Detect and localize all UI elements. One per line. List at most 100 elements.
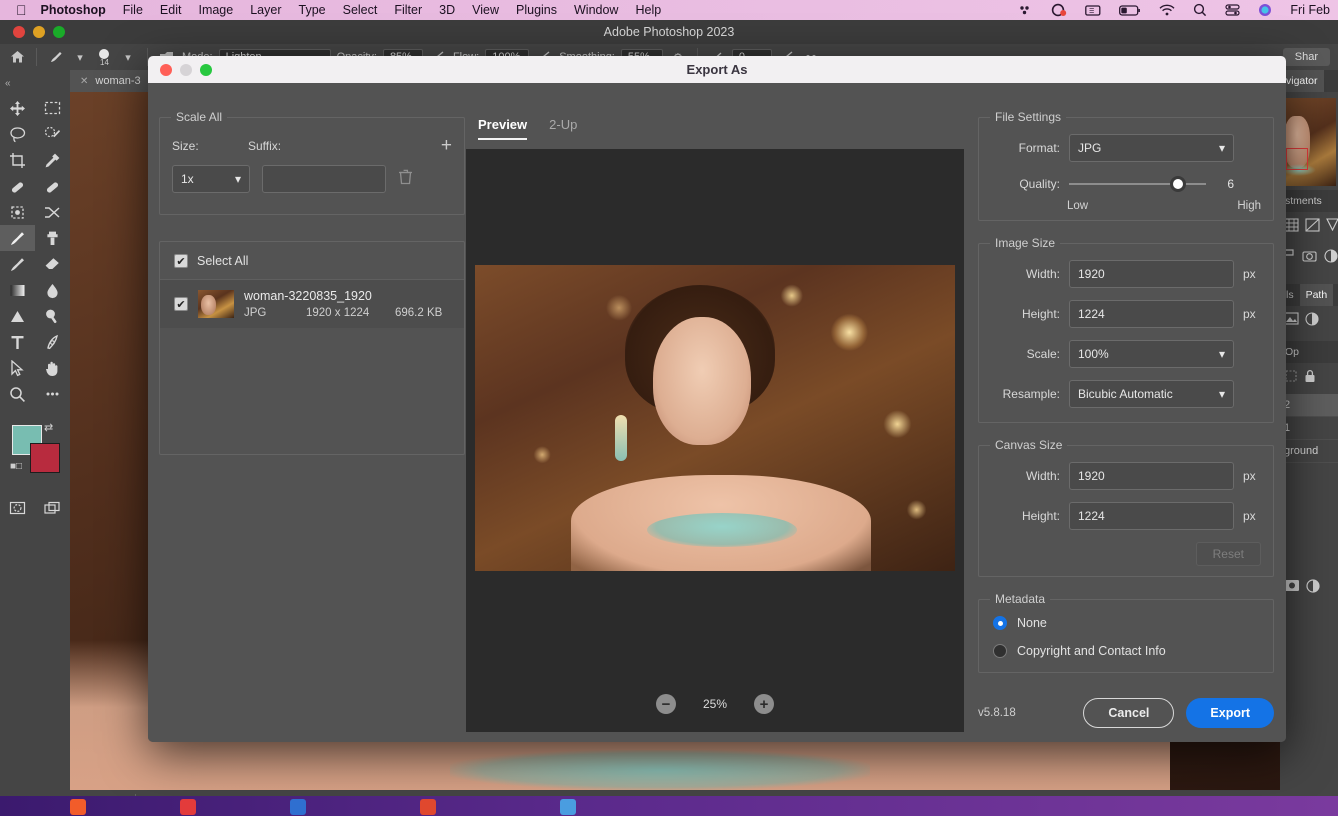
- dots-icon[interactable]: [1018, 0, 1033, 20]
- export-button[interactable]: Export: [1186, 698, 1274, 728]
- background-color-swatch[interactable]: [30, 443, 60, 473]
- trash-icon[interactable]: [398, 169, 413, 190]
- tool-lasso[interactable]: [0, 121, 35, 147]
- format-select[interactable]: JPG ▾: [1069, 134, 1234, 162]
- canvas-height-input[interactable]: 1224: [1069, 502, 1234, 530]
- lock-all-icon[interactable]: [1304, 369, 1316, 388]
- layer-row-2[interactable]: 2: [1280, 394, 1338, 417]
- menu-item-image[interactable]: Image: [198, 3, 233, 17]
- menu-item-window[interactable]: Window: [574, 3, 618, 17]
- photo-filter-icon[interactable]: [1302, 249, 1318, 268]
- wifi-icon[interactable]: [1159, 0, 1175, 20]
- collapse-panel-icon[interactable]: «: [5, 78, 70, 89]
- menu-item-photoshop[interactable]: Photoshop: [41, 3, 106, 17]
- layer-row-background[interactable]: ground: [1280, 440, 1338, 463]
- menu-item-edit[interactable]: Edit: [160, 3, 182, 17]
- scale-size-select[interactable]: 1x ▾: [172, 165, 250, 193]
- menubar-clock[interactable]: Fri Feb: [1290, 3, 1330, 17]
- apple-icon[interactable]: : [16, 3, 27, 17]
- layer-row-1[interactable]: 1: [1280, 417, 1338, 440]
- cancel-button[interactable]: Cancel: [1083, 698, 1175, 728]
- tool-shuffle[interactable]: [35, 199, 70, 225]
- siri-icon[interactable]: [1258, 0, 1272, 20]
- menu-item-type[interactable]: Type: [299, 3, 326, 17]
- battery-icon[interactable]: [1119, 0, 1141, 20]
- asset-list-item[interactable]: ✔ woman-3220835_1920 JPG 1920 x 1224 696…: [160, 280, 464, 328]
- tool-patch[interactable]: [35, 173, 70, 199]
- tool-screen-mode[interactable]: [35, 495, 70, 521]
- menu-item-plugins[interactable]: Plugins: [516, 3, 557, 17]
- tool-gradient[interactable]: [0, 277, 35, 303]
- select-all-checkbox[interactable]: ✔: [174, 254, 188, 268]
- zoom-out-button[interactable]: −: [656, 694, 676, 714]
- tab-navigator[interactable]: vigator: [1280, 70, 1324, 92]
- tool-path-selection[interactable]: [0, 355, 35, 381]
- brush-preset-icon[interactable]: 14: [95, 48, 113, 66]
- layer-opacity-icon[interactable]: [1305, 312, 1319, 331]
- tool-zoom[interactable]: [0, 381, 35, 407]
- lock-transparency-icon[interactable]: [1284, 369, 1298, 388]
- metadata-option-copyright[interactable]: Copyright and Contact Info: [979, 637, 1273, 672]
- dock-app-icon-2[interactable]: [180, 799, 196, 815]
- dock-app-icon-1[interactable]: [70, 799, 86, 815]
- close-tab-icon[interactable]: ✕: [80, 76, 88, 87]
- tool-history-brush[interactable]: [0, 251, 35, 277]
- levels-adjustment-icon[interactable]: [1305, 218, 1320, 237]
- tool-edit-toolbar[interactable]: [35, 381, 70, 407]
- add-adjustment-layer-icon[interactable]: [1306, 579, 1320, 598]
- menu-item-help[interactable]: Help: [635, 3, 661, 17]
- gradient-map-icon[interactable]: [1324, 249, 1338, 268]
- tool-dodge[interactable]: [35, 303, 70, 329]
- suffix-input[interactable]: [262, 165, 386, 193]
- canvas-width-input[interactable]: 1920: [1069, 462, 1234, 490]
- document-tab[interactable]: ✕ woman-3: [70, 70, 151, 92]
- tab-2up[interactable]: 2-Up: [549, 117, 577, 138]
- tool-blur[interactable]: [35, 277, 70, 303]
- swap-colors-icon[interactable]: ⇄: [44, 421, 53, 434]
- asset-checkbox[interactable]: ✔: [174, 297, 188, 311]
- tool-eraser[interactable]: [35, 251, 70, 277]
- preview-stage[interactable]: − 25% +: [466, 149, 964, 732]
- dock-app-icon-3[interactable]: [290, 799, 306, 815]
- search-icon[interactable]: [1193, 0, 1207, 20]
- layer-thumbnail-icon[interactable]: [1284, 312, 1299, 331]
- add-layer-mask-icon[interactable]: [1284, 579, 1300, 598]
- navigator-thumbnail[interactable]: [1280, 98, 1336, 186]
- default-colors-icon[interactable]: ■□: [10, 461, 22, 472]
- curves-adjustment-icon[interactable]: [1326, 218, 1338, 237]
- reset-button[interactable]: Reset: [1195, 542, 1261, 566]
- brush-icon[interactable]: [47, 48, 65, 66]
- screen-record-icon[interactable]: [1051, 0, 1067, 20]
- image-height-input[interactable]: 1224: [1069, 300, 1234, 328]
- share-button[interactable]: Shar: [1282, 48, 1330, 66]
- menu-item-layer[interactable]: Layer: [250, 3, 281, 17]
- menu-item-view[interactable]: View: [472, 3, 499, 17]
- image-width-input[interactable]: 1920: [1069, 260, 1234, 288]
- tool-crop[interactable]: [0, 147, 35, 173]
- menu-item-filter[interactable]: Filter: [394, 3, 422, 17]
- tool-eyedropper[interactable]: [35, 147, 70, 173]
- chevron-down-icon-2[interactable]: ▾: [119, 48, 137, 66]
- metadata-none-radio[interactable]: [993, 616, 1007, 630]
- resample-select[interactable]: Bicubic Automatic ▾: [1069, 380, 1234, 408]
- quality-slider-knob[interactable]: [1170, 176, 1187, 192]
- tab-paths[interactable]: Path: [1299, 284, 1334, 306]
- tool-object-selection[interactable]: [0, 199, 35, 225]
- quality-slider[interactable]: [1069, 174, 1206, 194]
- select-all-row[interactable]: ✔ Select All: [160, 242, 464, 280]
- brightness-adjustment-icon[interactable]: [1284, 218, 1299, 237]
- tool-pen[interactable]: [35, 329, 70, 355]
- tool-sharpen[interactable]: [0, 303, 35, 329]
- dock-app-icon-5[interactable]: [560, 799, 576, 815]
- tool-quick-selection[interactable]: [35, 121, 70, 147]
- keyboard-input-icon[interactable]: ☰: [1085, 0, 1101, 20]
- menu-item-select[interactable]: Select: [343, 3, 378, 17]
- tool-type[interactable]: [0, 329, 35, 355]
- tool-move[interactable]: [0, 95, 35, 121]
- home-icon[interactable]: [8, 48, 26, 66]
- tab-adjustments[interactable]: stments: [1280, 190, 1338, 212]
- tool-clone-stamp[interactable]: [35, 225, 70, 251]
- metadata-copyright-radio[interactable]: [993, 644, 1007, 658]
- chevron-down-icon[interactable]: ▾: [71, 48, 89, 66]
- zoom-in-button[interactable]: +: [754, 694, 774, 714]
